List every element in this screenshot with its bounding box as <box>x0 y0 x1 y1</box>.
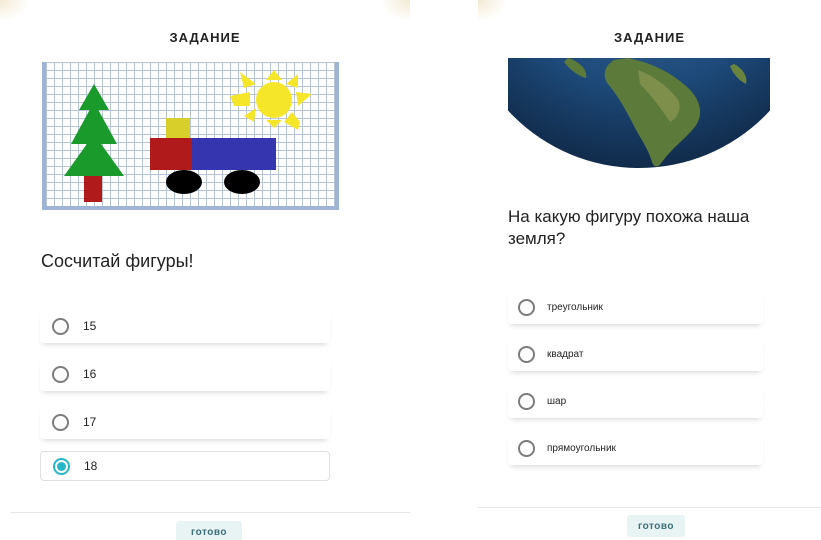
corner-glow <box>478 0 508 22</box>
answer-option[interactable]: квадрат <box>508 337 763 371</box>
shapes-picture-icon <box>64 70 312 202</box>
answer-option[interactable]: 16 <box>40 357 330 391</box>
corner-glow <box>0 0 30 22</box>
corner-glow <box>380 0 410 22</box>
option-label: квадрат <box>547 348 584 360</box>
footer-divider <box>478 507 821 508</box>
radio-icon[interactable] <box>518 345 535 363</box>
done-button[interactable]: готово <box>627 515 685 537</box>
option-label: прямоугольник <box>547 442 616 454</box>
option-label: 16 <box>83 367 97 381</box>
question-text: Сосчитай фигуры! <box>41 251 194 271</box>
answer-option[interactable]: 15 <box>40 309 330 343</box>
radio-icon[interactable] <box>52 317 69 335</box>
page-title: ЗАДАНИЕ <box>169 30 241 45</box>
footer-divider <box>10 512 410 513</box>
radio-icon[interactable] <box>518 392 535 410</box>
radio-icon[interactable] <box>52 413 69 431</box>
left-screen: ЗАДАНИЕ Сосчитай фигуры! 15 16 17 18 гот… <box>0 0 410 540</box>
done-button[interactable]: готово <box>176 521 242 540</box>
option-label: 18 <box>84 459 98 473</box>
radio-icon[interactable] <box>52 365 69 383</box>
option-label: 15 <box>83 319 97 333</box>
answer-option[interactable]: 17 <box>40 405 330 439</box>
earth-globe-icon <box>508 58 770 168</box>
right-screen: ЗАДАНИЕ На какую фигуру похожа наша земл… <box>478 0 821 540</box>
option-label: 17 <box>83 415 97 429</box>
answer-option[interactable]: шар <box>508 384 763 418</box>
shapes-picture <box>42 62 339 210</box>
option-label: шар <box>547 395 567 407</box>
answer-option[interactable]: треугольник <box>508 290 763 324</box>
radio-checked-icon[interactable] <box>53 457 70 475</box>
option-label: треугольник <box>547 301 603 313</box>
radio-icon[interactable] <box>518 298 535 316</box>
question-text: На какую фигуру похожа наша земля? <box>508 207 750 248</box>
answer-option-selected[interactable]: 18 <box>40 451 330 481</box>
radio-icon[interactable] <box>518 439 535 457</box>
answer-option[interactable]: прямоугольник <box>508 431 763 465</box>
